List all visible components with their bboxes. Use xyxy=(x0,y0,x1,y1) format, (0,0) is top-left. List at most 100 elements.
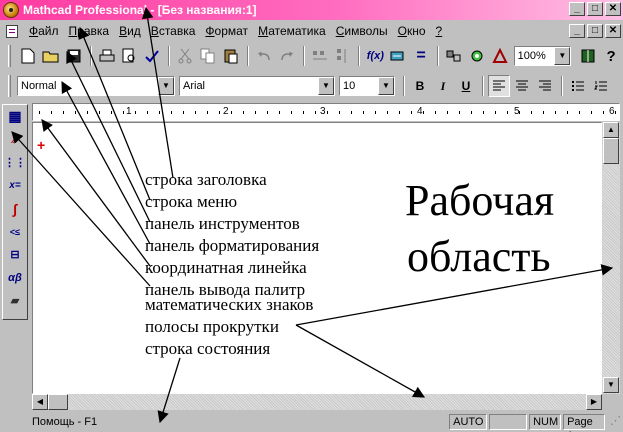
font-size-combo[interactable]: 10 ▼ xyxy=(339,76,395,96)
style-value: Normal xyxy=(21,80,57,92)
resource-book-icon xyxy=(581,49,595,63)
calculator-palette-icon[interactable]: ▦ xyxy=(3,105,27,128)
status-empty-cell xyxy=(489,414,528,430)
underline-button[interactable]: U xyxy=(455,75,477,97)
document-icon[interactable] xyxy=(6,24,18,38)
resource-center-icon xyxy=(492,48,508,63)
print-preview-icon[interactable] xyxy=(119,45,141,67)
paste-icon[interactable] xyxy=(220,45,242,67)
work-area[interactable]: + Рабочая область строка заголовка строк… xyxy=(32,122,602,394)
symbolic-palette-icon[interactable]: ▰ xyxy=(3,289,27,312)
insert-unit-icon[interactable] xyxy=(387,45,409,67)
ruler[interactable]: 1 2 3 4 5 6 xyxy=(32,103,620,121)
graph-palette-icon[interactable]: ∕∕ xyxy=(3,128,27,151)
save-icon[interactable] xyxy=(63,45,85,67)
zoom-combo[interactable]: 100% ▼ xyxy=(513,46,572,66)
toolbar-grip[interactable] xyxy=(8,45,11,67)
menu-help[interactable]: ? xyxy=(431,24,448,38)
menu-insert[interactable]: Вставка xyxy=(146,24,201,38)
spell-check-icon[interactable] xyxy=(141,45,163,67)
toolbar-grip[interactable] xyxy=(8,75,11,97)
menu-symbols[interactable]: Символы xyxy=(331,24,393,38)
scroll-down-icon[interactable]: ▼ xyxy=(603,377,619,393)
ruler-tick xyxy=(459,111,460,114)
insert-function-icon[interactable]: f(x) xyxy=(364,45,386,67)
font-combo[interactable]: Arial ▼ xyxy=(179,76,335,96)
vertical-scroll-thumb[interactable] xyxy=(603,138,619,164)
resource-center-icon[interactable] xyxy=(489,45,511,67)
component-wizard-icon[interactable] xyxy=(466,45,488,67)
mathcad-app-icon[interactable] xyxy=(3,2,19,18)
label-toolbar: панель инструментов xyxy=(145,214,300,233)
italic-button[interactable]: I xyxy=(432,75,454,97)
insert-component-icon[interactable] xyxy=(443,45,465,67)
align-right-icon[interactable] xyxy=(534,75,556,97)
scroll-right-icon[interactable]: ▶ xyxy=(586,394,602,410)
programming-palette-icon[interactable]: ⊟ xyxy=(3,243,27,266)
menu-view[interactable]: Вид xyxy=(114,24,146,38)
menu-math[interactable]: Математика xyxy=(253,24,331,38)
copy-icon[interactable] xyxy=(197,45,219,67)
redo-icon[interactable] xyxy=(276,45,298,67)
calculate-icon[interactable]: = xyxy=(410,45,432,67)
toolbar-separator xyxy=(358,46,361,66)
menu-edit[interactable]: Правка xyxy=(64,24,115,38)
ruler-tick xyxy=(87,111,88,114)
greek-palette-icon[interactable]: αβ xyxy=(3,266,27,289)
numbering-icon[interactable] xyxy=(590,75,612,97)
matrix-palette-icon[interactable]: ⋮⋮ xyxy=(3,151,27,174)
style-combo[interactable]: Normal ▼ xyxy=(17,76,175,96)
new-file-icon[interactable] xyxy=(17,45,39,67)
doc-close-button[interactable]: ✕ xyxy=(605,24,621,38)
ruler-tick xyxy=(315,111,316,114)
menu-window[interactable]: Окно xyxy=(393,24,431,38)
align-left-icon[interactable] xyxy=(488,75,510,97)
font-value: Arial xyxy=(183,80,206,92)
print-icon xyxy=(99,49,115,62)
status-auto: AUTO xyxy=(449,414,488,430)
resource-book-icon[interactable] xyxy=(577,45,599,67)
vertical-scrollbar[interactable]: ▲ ▼ xyxy=(602,122,620,394)
menu-file[interactable]: Файл xyxy=(24,24,64,38)
help-icon[interactable]: ? xyxy=(600,45,622,67)
style-dropdown-icon[interactable]: ▼ xyxy=(158,77,174,95)
font-size-dropdown-icon[interactable]: ▼ xyxy=(378,77,394,95)
toolbar-separator xyxy=(246,46,249,66)
paste-icon xyxy=(224,49,238,64)
ruler-tick xyxy=(387,111,388,114)
boolean-palette-icon[interactable]: <≤ xyxy=(3,220,27,243)
label-menu-bar: строка меню xyxy=(145,192,238,211)
zoom-dropdown-icon[interactable]: ▼ xyxy=(554,47,571,65)
maximize-button[interactable]: □ xyxy=(587,2,603,16)
cut-icon[interactable] xyxy=(174,45,196,67)
open-folder-icon[interactable] xyxy=(40,45,62,67)
align-center-icon[interactable] xyxy=(511,75,533,97)
align-left-icon xyxy=(493,80,505,91)
scroll-up-icon[interactable]: ▲ xyxy=(603,122,619,138)
evaluation-palette-icon[interactable]: x= xyxy=(3,174,27,197)
doc-minimize-button[interactable]: _ xyxy=(569,24,585,38)
scroll-left-icon[interactable]: ◀ xyxy=(32,394,48,410)
resize-grip-icon[interactable]: ⋰ xyxy=(607,414,621,430)
print-icon[interactable] xyxy=(96,45,118,67)
bold-button[interactable]: B xyxy=(409,75,431,97)
undo-icon[interactable] xyxy=(253,45,275,67)
doc-restore-button[interactable]: □ xyxy=(587,24,603,38)
close-button[interactable]: ✕ xyxy=(605,2,621,16)
font-dropdown-icon[interactable]: ▼ xyxy=(318,77,334,95)
toolbar-separator xyxy=(302,46,305,66)
align-right-icon xyxy=(539,80,551,91)
calculus-palette-icon[interactable]: ∫ xyxy=(3,197,27,220)
horizontal-scroll-thumb[interactable] xyxy=(48,394,68,410)
ruler-tick xyxy=(375,111,376,114)
minimize-button[interactable]: _ xyxy=(569,2,585,16)
new-file-icon xyxy=(21,48,35,64)
horizontal-scrollbar[interactable]: ◀ ▶ xyxy=(32,394,602,410)
align-down-icon[interactable] xyxy=(332,45,354,67)
bullets-icon[interactable] xyxy=(567,75,589,97)
ruler-tick xyxy=(291,111,292,114)
menu-format[interactable]: Формат xyxy=(200,24,253,38)
ruler-tick xyxy=(183,111,184,114)
align-across-icon[interactable] xyxy=(309,45,331,67)
ruler-tick xyxy=(363,111,364,114)
